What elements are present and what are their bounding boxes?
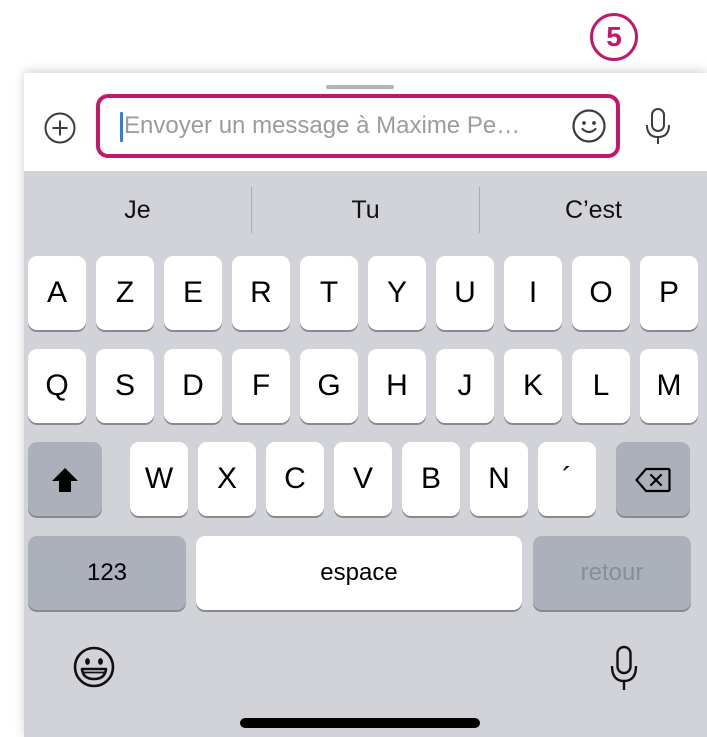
key-w[interactable]: W xyxy=(130,442,188,516)
emoji-keyboard-icon[interactable] xyxy=(72,645,116,689)
keyboard-sheet: Je Tu C’est A Z E R T Y U I O P Q S D F … xyxy=(24,73,707,737)
key-o[interactable]: O xyxy=(572,256,630,330)
key-n[interactable]: N xyxy=(470,442,528,516)
key-x[interactable]: X xyxy=(198,442,256,516)
key-f[interactable]: F xyxy=(232,349,290,423)
key-g[interactable]: G xyxy=(300,349,358,423)
numbers-key[interactable]: 123 xyxy=(28,536,186,610)
key-i[interactable]: I xyxy=(504,256,562,330)
message-input[interactable] xyxy=(124,106,544,146)
plus-circle-icon[interactable] xyxy=(43,111,77,145)
key-u[interactable]: U xyxy=(436,256,494,330)
suggestion-2[interactable]: Tu xyxy=(252,171,479,249)
space-key[interactable]: espace xyxy=(196,536,522,610)
message-composer-bar xyxy=(24,73,707,171)
sheet-grabber[interactable] xyxy=(326,85,394,89)
key-a[interactable]: A xyxy=(28,256,86,330)
key-b[interactable]: B xyxy=(402,442,460,516)
text-cursor xyxy=(120,112,123,142)
shift-arrow-icon xyxy=(50,465,80,495)
key-j[interactable]: J xyxy=(436,349,494,423)
key-d[interactable]: D xyxy=(164,349,222,423)
key-s[interactable]: S xyxy=(96,349,154,423)
backspace-icon xyxy=(635,466,671,494)
return-key[interactable]: retour xyxy=(533,536,691,610)
dictation-microphone-icon[interactable] xyxy=(609,645,639,693)
suggestion-3[interactable]: C’est xyxy=(480,171,707,249)
smiley-icon[interactable] xyxy=(570,107,608,145)
key-h[interactable]: H xyxy=(368,349,426,423)
home-indicator[interactable] xyxy=(240,718,480,728)
key-q[interactable]: Q xyxy=(28,349,86,423)
suggestion-1[interactable]: Je xyxy=(24,171,251,249)
delete-key[interactable] xyxy=(616,442,690,516)
message-input-field[interactable] xyxy=(96,94,620,158)
key-m[interactable]: M xyxy=(640,349,698,423)
key-l[interactable]: L xyxy=(572,349,630,423)
key-v[interactable]: V xyxy=(334,442,392,516)
microphone-icon[interactable] xyxy=(644,107,672,147)
key-r[interactable]: R xyxy=(232,256,290,330)
key-c[interactable]: C xyxy=(266,442,324,516)
shift-key[interactable] xyxy=(28,442,102,516)
key-k[interactable]: K xyxy=(504,349,562,423)
key-y[interactable]: Y xyxy=(368,256,426,330)
key-z[interactable]: Z xyxy=(96,256,154,330)
predictive-suggestions-bar: Je Tu C’est xyxy=(24,171,707,249)
key-t[interactable]: T xyxy=(300,256,358,330)
key-p[interactable]: P xyxy=(640,256,698,330)
key-acute-accent[interactable]: ´ xyxy=(538,442,596,516)
key-e[interactable]: E xyxy=(164,256,222,330)
step-number-badge: 5 xyxy=(590,13,638,61)
